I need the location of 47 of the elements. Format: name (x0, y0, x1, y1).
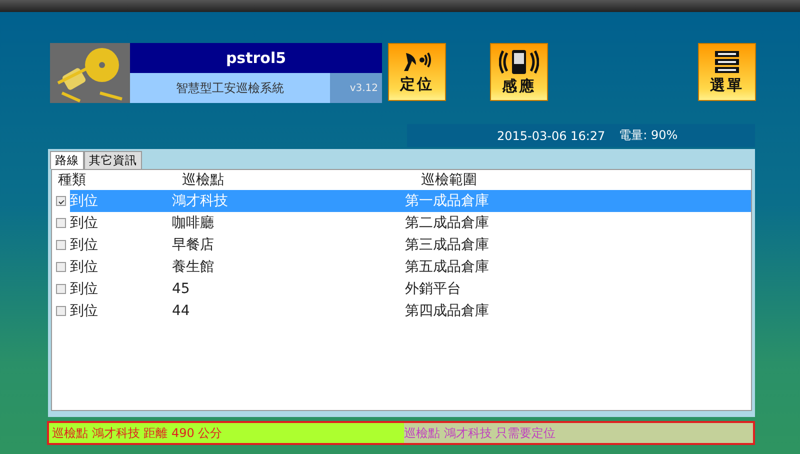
table-cell-text: 到位 (70, 192, 99, 210)
list-row[interactable]: 到位 咖啡廳 第二成品倉庫 (70, 212, 751, 234)
distance-message: 巡檢點 鴻才科技 距離 490 公分 (49, 423, 404, 443)
column-header: 巡檢範圍 (420, 171, 478, 189)
sense-button[interactable]: 感應 (490, 43, 548, 101)
table-cell-text: 養生館 (172, 258, 215, 276)
row-checkbox[interactable] (56, 218, 66, 228)
tab[interactable]: 路線 (50, 151, 84, 169)
datetime: 2015-03-06 16:27 (497, 128, 606, 142)
table-cell-text: 咖啡廳 (172, 214, 215, 232)
table-cell-text: 到位 (70, 236, 99, 254)
table-cell-text: 鴻才科技 (172, 192, 229, 210)
menu-icon (714, 50, 740, 74)
row-checkbox[interactable] (56, 240, 66, 250)
locate-button[interactable]: 定位 (388, 43, 446, 101)
row-checkbox[interactable] (56, 262, 66, 272)
table-cell-text: 到位 (70, 280, 99, 298)
table-cell-text: 44 (172, 303, 191, 319)
table-cell-text: 第一成品倉庫 (405, 192, 490, 210)
column-header: 種類 (57, 171, 87, 189)
instruction-message: 巡檢點 鴻才科技 只需要定位 (404, 423, 753, 443)
vibrating-phone-icon (499, 48, 539, 74)
table-cell-text: 第三成品倉庫 (405, 236, 490, 254)
table-cell-text: 第四成品倉庫 (405, 302, 490, 320)
table-cell-text: 到位 (70, 302, 99, 320)
app-title: pstrol5 (130, 43, 382, 73)
table-cell-text: 第二成品倉庫 (405, 214, 490, 232)
app-subtitle: 智慧型工安巡檢系統 (130, 73, 330, 103)
list-row[interactable]: 到位 44 第四成品倉庫 (70, 300, 751, 322)
row-checkbox[interactable] (56, 284, 66, 294)
list-row[interactable]: 到位 45 外銷平台 (70, 278, 751, 300)
row-checkbox[interactable] (56, 306, 66, 316)
list-row[interactable]: 到位 早餐店 第三成品倉庫 (70, 234, 751, 256)
version-label: v3.12 (330, 73, 382, 103)
table-cell-text: 45 (172, 281, 191, 297)
satellite-dish-icon (402, 50, 432, 72)
table-cell-text: 第五成品倉庫 (405, 258, 490, 276)
tab[interactable]: 其它資訊 (84, 151, 142, 169)
table-cell-text: 到位 (70, 258, 99, 276)
table-cell-text: 到位 (70, 214, 99, 232)
row-checkbox[interactable] (56, 196, 66, 206)
column-header: 巡檢點 (181, 171, 225, 189)
table-cell-text: 早餐店 (172, 236, 215, 254)
list-row[interactable]: 到位 養生館 第五成品倉庫 (70, 256, 751, 278)
table-cell-text: 外銷平台 (405, 280, 462, 298)
battery-level: 電量: 90% (619, 127, 678, 144)
menu-button[interactable]: 選單 (698, 43, 756, 101)
